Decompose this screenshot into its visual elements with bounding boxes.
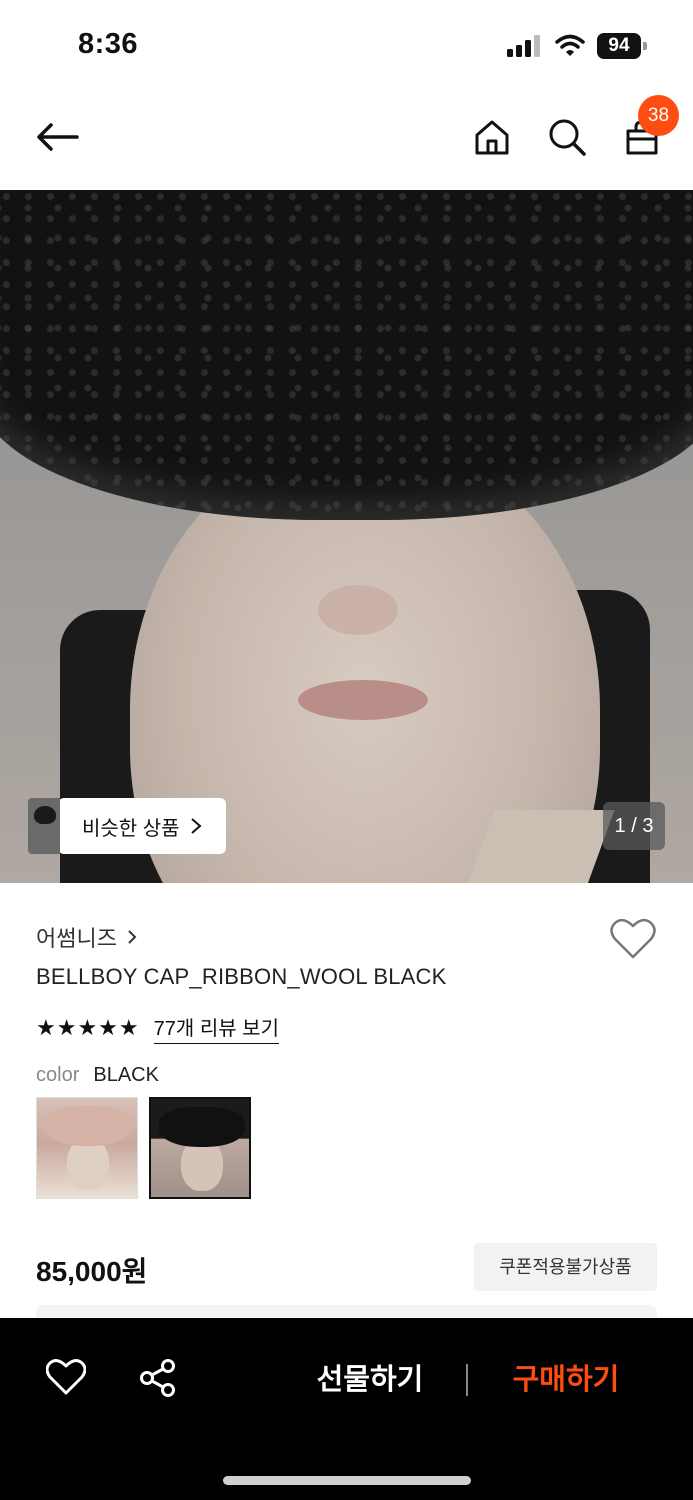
product-price: 85,000원 [36, 1256, 148, 1287]
brand-name: 어썸니즈 [36, 926, 117, 951]
product-image[interactable] [0, 190, 693, 883]
color-swatch-pink[interactable] [36, 1097, 138, 1199]
image-page-indicator: 1 / 3 [603, 802, 665, 850]
color-value: BLACK [93, 1064, 159, 1086]
bottom-action-bar [0, 1318, 693, 1500]
wifi-icon [555, 33, 585, 57]
search-icon[interactable] [545, 114, 589, 160]
divider [466, 1364, 468, 1396]
chevron-right-icon [190, 818, 202, 834]
cellular-signal-icon [507, 35, 541, 57]
similar-products-button[interactable]: 비슷한 상품 [58, 798, 226, 854]
buy-button[interactable]: 구매하기 [496, 1356, 636, 1404]
review-link[interactable]: 77개 리뷰 보기 [153, 1012, 279, 1044]
top-nav [0, 90, 693, 190]
back-arrow-icon[interactable] [32, 114, 82, 160]
rating-row: ★★★★★ 77개 리뷰 보기 [36, 1012, 279, 1044]
home-icon[interactable] [470, 114, 514, 160]
battery-icon: 94 [597, 33, 647, 59]
color-row: color BLACK [36, 1064, 159, 1087]
coupon-unavailable-badge: 쿠폰적용불가상품 [474, 1243, 657, 1291]
brand-link[interactable]: 어썸니즈 [36, 921, 137, 953]
similar-product-thumbnail[interactable] [28, 798, 60, 854]
similar-products-label: 비슷한 상품 [82, 817, 180, 840]
rating-stars: ★★★★★ [36, 1015, 140, 1040]
chevron-right-icon [128, 930, 137, 944]
gift-button[interactable]: 선물하기 [300, 1356, 440, 1404]
wishlist-heart-icon[interactable] [610, 918, 656, 962]
battery-level: 94 [597, 33, 641, 59]
product-title: BELLBOY CAP_RIBBON_WOOL BLACK [36, 964, 447, 989]
status-bar: 8:36 94 [0, 0, 693, 90]
wishlist-heart-icon[interactable] [45, 1358, 90, 1400]
share-icon[interactable] [138, 1358, 180, 1400]
home-indicator [223, 1476, 471, 1485]
status-time: 8:36 [78, 28, 139, 60]
color-label: color [36, 1064, 80, 1086]
color-swatch-black[interactable] [149, 1097, 251, 1199]
cart-count-badge: 38 [638, 95, 679, 136]
similar-products[interactable]: 비슷한 상품 [28, 798, 226, 854]
